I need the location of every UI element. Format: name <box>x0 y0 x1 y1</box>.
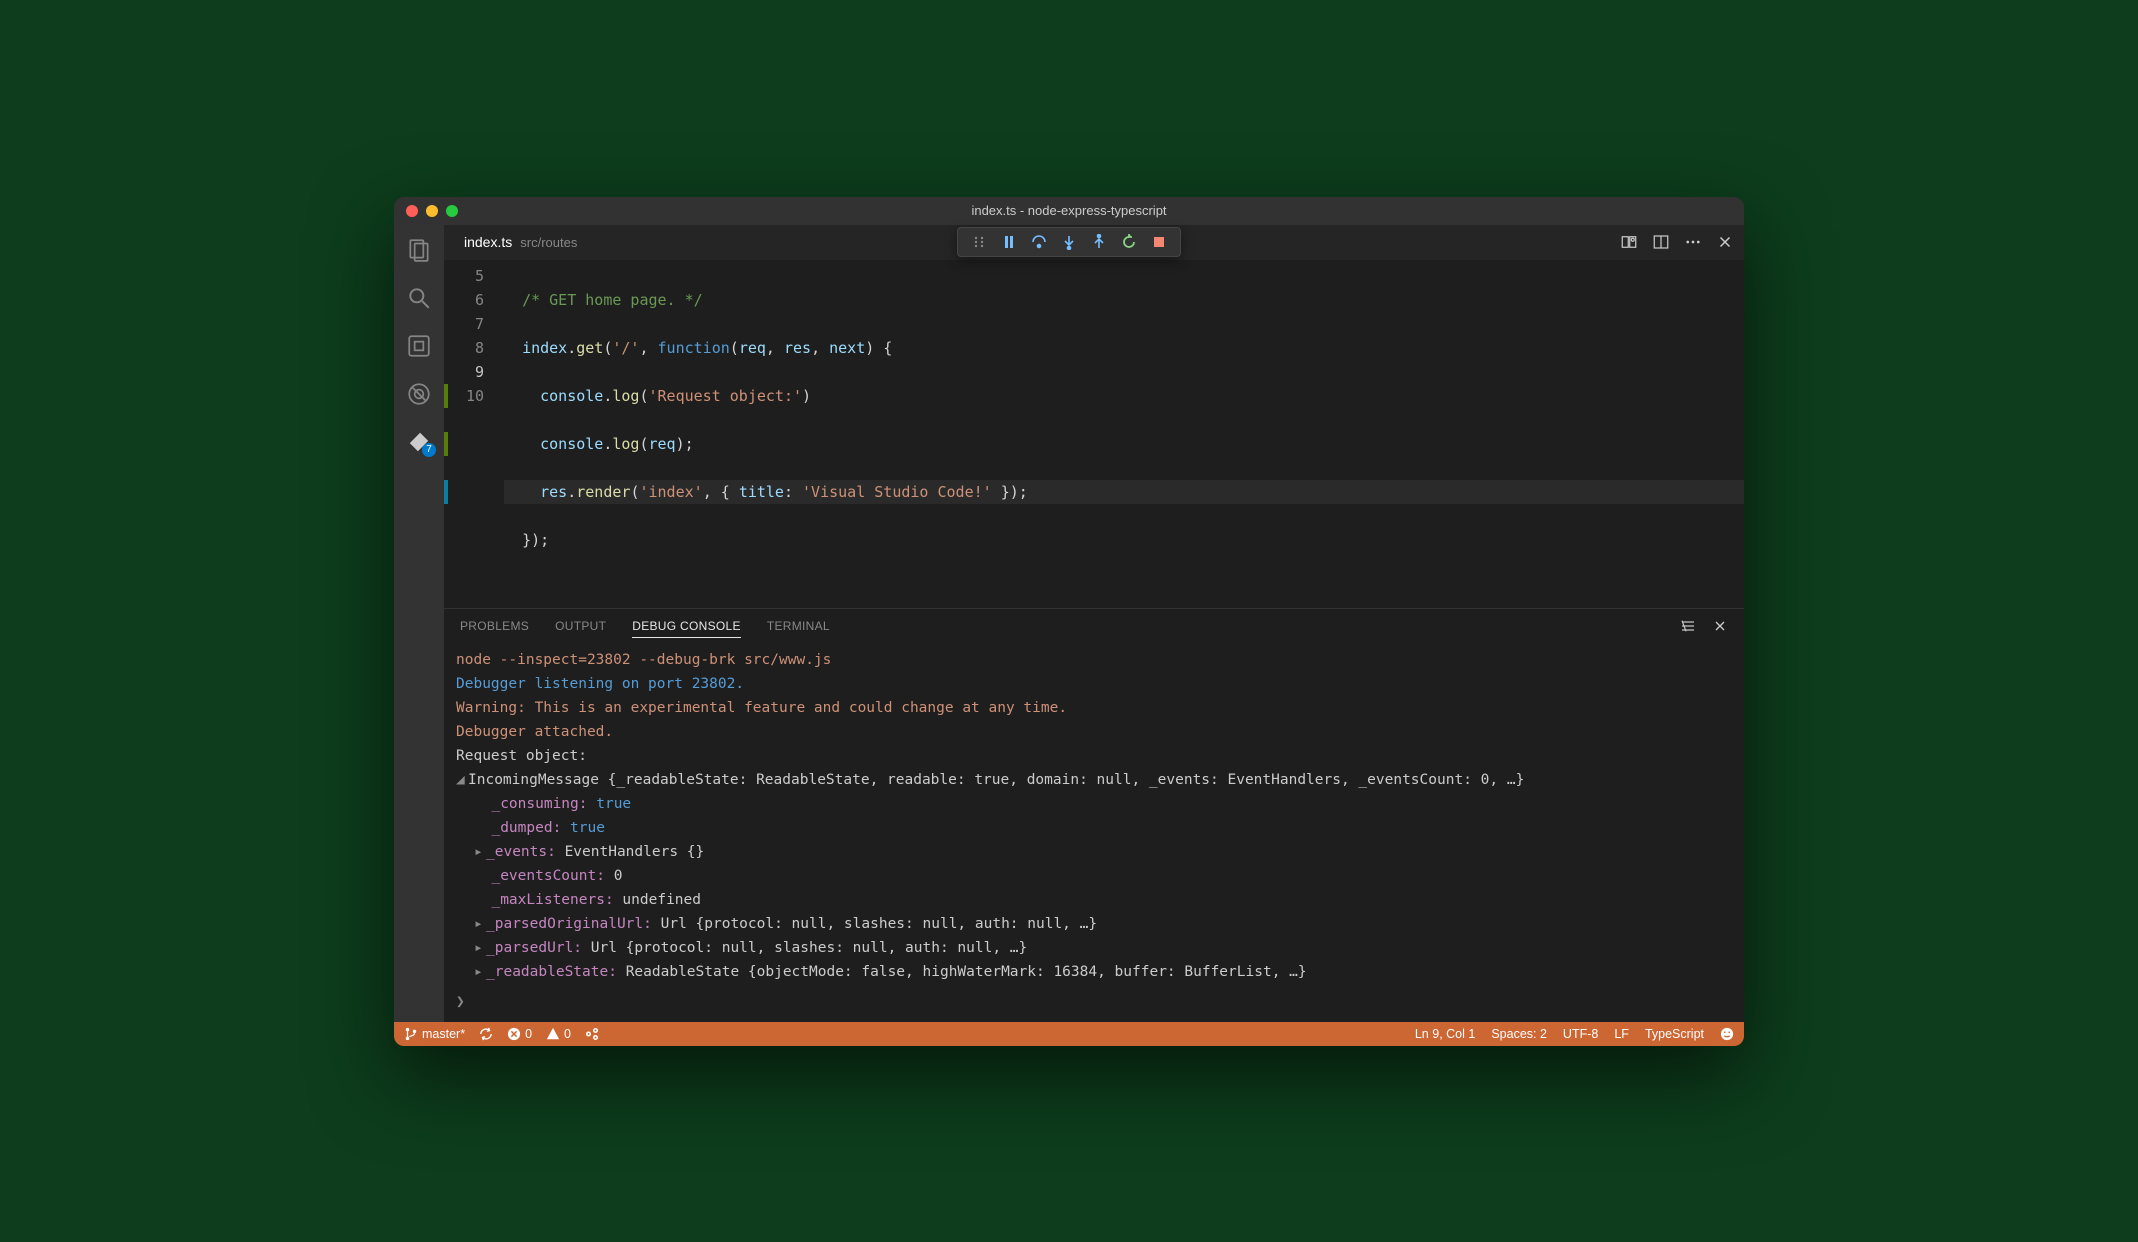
repl-input-row: ❯ <box>456 984 1732 1014</box>
warnings-count[interactable]: 0 <box>546 1027 571 1041</box>
window-title: index.ts - node-express-typescript <box>394 203 1744 218</box>
console-prop[interactable]: ▸_readableState: ReadableState {objectMo… <box>474 960 1732 984</box>
extensions-icon[interactable]: 7 <box>406 429 432 455</box>
tab-output[interactable]: OUTPUT <box>555 619 606 633</box>
debug-toolbar[interactable] <box>957 227 1181 257</box>
close-icon[interactable] <box>1716 233 1734 251</box>
console-prop: _maxListeners: undefined <box>474 888 1732 912</box>
console-prop: _eventsCount: 0 <box>474 864 1732 888</box>
tab-terminal[interactable]: TERMINAL <box>767 619 830 633</box>
restart-button[interactable] <box>1114 227 1144 257</box>
tab-filename: index.ts <box>464 234 512 250</box>
clear-console-icon[interactable] <box>1680 618 1696 634</box>
console-prop[interactable]: ▸_parsedUrl: Url {protocol: null, slashe… <box>474 936 1732 960</box>
panel-tabs: PROBLEMS OUTPUT DEBUG CONSOLE TERMINAL <box>444 609 1744 644</box>
repl-input[interactable] <box>471 990 1732 1014</box>
language-mode[interactable]: TypeScript <box>1645 1027 1704 1041</box>
source-control-icon[interactable] <box>406 333 432 359</box>
sync-button[interactable] <box>479 1027 493 1041</box>
feedback-icon[interactable] <box>1720 1027 1734 1041</box>
cursor-position[interactable]: Ln 9, Col 1 <box>1415 1027 1475 1041</box>
console-line: Debugger attached. <box>456 720 1732 744</box>
console-prop: _dumped: true <box>474 816 1732 840</box>
line-gutter: 5 6 7 8 9 10 <box>444 264 504 600</box>
extensions-badge: 7 <box>422 443 436 457</box>
console-line: node --inspect=23802 --debug-brk src/www… <box>456 648 1732 672</box>
more-icon[interactable] <box>1684 233 1702 251</box>
code-editor[interactable]: 5 6 7 8 9 10 /* GET home page. */ index.… <box>444 260 1744 608</box>
titlebar: index.ts - node-express-typescript <box>394 197 1744 225</box>
encoding[interactable]: UTF-8 <box>1563 1027 1598 1041</box>
step-out-button[interactable] <box>1084 227 1114 257</box>
explorer-icon[interactable] <box>406 237 432 263</box>
console-line: Request object: <box>456 744 1732 768</box>
debug-icon[interactable] <box>406 381 432 407</box>
step-over-button[interactable] <box>1024 227 1054 257</box>
editor-actions <box>1620 233 1734 251</box>
split-editor-icon[interactable] <box>1652 233 1670 251</box>
debug-console[interactable]: node --inspect=23802 --debug-brk src/www… <box>444 644 1744 1022</box>
editor-tab[interactable]: index.ts src/routes <box>454 225 587 260</box>
console-line: Debugger listening on port 23802. <box>456 672 1732 696</box>
indent-setting[interactable]: Spaces: 2 <box>1491 1027 1547 1041</box>
live-share-icon[interactable] <box>585 1027 599 1041</box>
code-body[interactable]: /* GET home page. */ index.get('/', func… <box>504 264 1744 600</box>
drag-handle-icon[interactable] <box>964 227 994 257</box>
compare-icon[interactable] <box>1620 233 1638 251</box>
activity-bar: 7 <box>394 225 444 1022</box>
search-icon[interactable] <box>406 285 432 311</box>
tab-path: src/routes <box>520 235 577 250</box>
tab-problems[interactable]: PROBLEMS <box>460 619 529 633</box>
main-area: 7 index.ts src/routes 5 6 <box>394 225 1744 1022</box>
errors-count[interactable]: 0 <box>507 1027 532 1041</box>
stop-button[interactable] <box>1144 227 1174 257</box>
console-prop[interactable]: ▸_events: EventHandlers {} <box>474 840 1732 864</box>
pause-button[interactable] <box>994 227 1024 257</box>
console-object-row[interactable]: ◢IncomingMessage {_readableState: Readab… <box>456 768 1732 792</box>
editor-content: index.ts src/routes 5 6 7 8 9 10 <box>444 225 1744 1022</box>
bottom-panel: PROBLEMS OUTPUT DEBUG CONSOLE TERMINAL n… <box>444 608 1744 1022</box>
status-bar: master* 0 0 Ln 9, Col 1 Spaces: 2 UTF-8 … <box>394 1022 1744 1046</box>
app-window: index.ts - node-express-typescript 7 <box>394 197 1744 1046</box>
close-panel-icon[interactable] <box>1712 618 1728 634</box>
git-branch[interactable]: master* <box>404 1027 465 1041</box>
tab-debug-console[interactable]: DEBUG CONSOLE <box>632 619 741 638</box>
console-line: Warning: This is an experimental feature… <box>456 696 1732 720</box>
eol[interactable]: LF <box>1614 1027 1629 1041</box>
console-prop: _consuming: true <box>474 792 1732 816</box>
chevron-right-icon: ❯ <box>456 990 465 1014</box>
console-prop[interactable]: ▸_parsedOriginalUrl: Url {protocol: null… <box>474 912 1732 936</box>
step-into-button[interactable] <box>1054 227 1084 257</box>
